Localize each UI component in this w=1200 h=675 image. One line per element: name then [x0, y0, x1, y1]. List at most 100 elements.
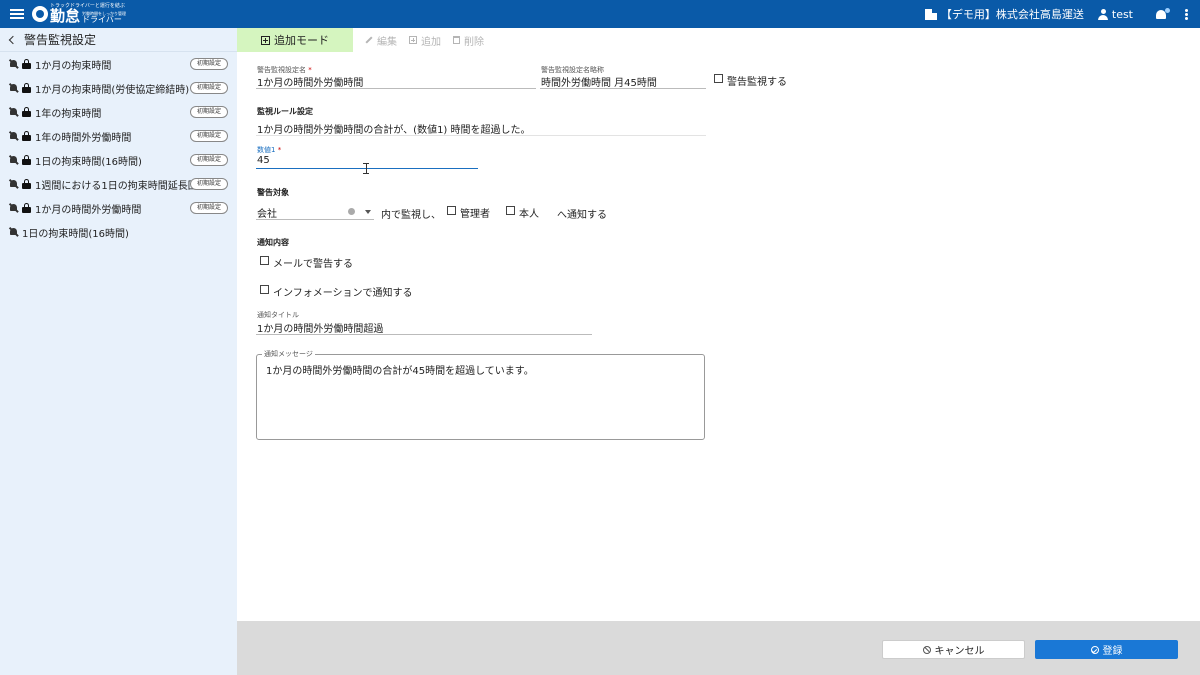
default-badge: 初期設定	[189, 178, 228, 190]
trash-icon	[453, 36, 460, 44]
bell-off-icon	[9, 202, 19, 213]
default-badge: 初期設定	[189, 154, 228, 166]
notify-suffix-text: へ通知する	[557, 210, 607, 221]
default-badge: 初期設定	[189, 82, 228, 94]
lock-icon	[22, 59, 31, 69]
text-cursor-icon	[363, 163, 369, 174]
app-logo[interactable]: トラックドライバーと運行を結ぶ 勤怠 労働時間をしっかり管理 ドライバー	[32, 0, 126, 28]
check-circle-icon	[1090, 645, 1099, 654]
monitor-checkbox[interactable]	[714, 74, 723, 83]
notify-title-input[interactable]: 1か月の時間外労働時間超過	[257, 320, 383, 335]
sidebar-item[interactable]: 1か月の拘束時間 初期設定	[0, 52, 237, 76]
edit-label: 編集	[377, 36, 397, 48]
chevron-left-icon	[8, 35, 18, 44]
sidebar-item-label: 1日の拘束時間(16時間)	[35, 156, 142, 168]
target-suffix-text: 内で監視し、	[381, 210, 441, 221]
notification-bell-icon[interactable]	[1155, 7, 1170, 21]
number1-field-label: 数値1	[257, 145, 281, 155]
cancel-label: キャンセル	[934, 646, 985, 657]
notify-title-field-label: 通知タイトル	[257, 311, 299, 319]
add-mode-button[interactable]: 追加モード	[237, 28, 353, 52]
lock-icon	[22, 179, 31, 189]
monitor-checkbox-label: 警告監視する	[727, 77, 787, 88]
toolbar: 追加モード 編集 追加 削除	[237, 28, 484, 52]
plus-icon	[409, 36, 417, 44]
rule-text: 1か月の時間外労働時間の合計が、(数値1) 時間を超過した。	[257, 125, 531, 136]
default-badge: 初期設定	[189, 130, 228, 142]
sidebar-item[interactable]: 1週間における1日の拘束時間延長回数 初期設定	[0, 172, 237, 196]
sidebar-item-label: 1年の時間外労働時間	[35, 132, 132, 144]
target-section-title: 警告対象	[257, 188, 289, 197]
short-name-input[interactable]: 時間外労働時間 月45時間	[541, 74, 657, 89]
default-badge: 初期設定	[189, 202, 228, 214]
default-badge: 初期設定	[189, 106, 228, 118]
sidebar-item-label: 1年の拘束時間	[35, 108, 102, 120]
company-icon	[924, 8, 937, 20]
rule-divider	[256, 135, 706, 136]
lock-icon	[22, 155, 31, 165]
sidebar-item-label: 1週間における1日の拘束時間延長回数	[35, 180, 208, 192]
add-mode-label: 追加モード	[274, 34, 329, 47]
clear-icon[interactable]	[348, 208, 355, 215]
sidebar-item[interactable]: 1日の拘束時間(16時間) 初期設定	[0, 148, 237, 172]
sidebar-item-label: 1か月の時間外労働時間	[35, 204, 142, 216]
sidebar-item-label: 1か月の拘束時間(労使協定締結時)	[35, 84, 190, 96]
logo-mark-icon	[32, 6, 48, 22]
sidebar-item-label: 1か月の拘束時間	[35, 60, 112, 72]
lock-icon	[22, 203, 31, 213]
more-menu-icon[interactable]	[1185, 8, 1188, 20]
sidebar-item-label: 1日の拘束時間(16時間)	[22, 228, 129, 240]
mail-checkbox-label: メールで警告する	[273, 259, 353, 270]
sidebar-item[interactable]: 1か月の拘束時間(労使協定締結時) 初期設定	[0, 76, 237, 100]
bell-off-icon	[9, 154, 19, 165]
notify-title-underline	[256, 334, 592, 335]
manager-checkbox[interactable]	[447, 206, 456, 215]
user-icon	[1097, 8, 1108, 20]
delete-label: 削除	[464, 36, 484, 48]
menu-icon[interactable]	[10, 9, 24, 19]
edit-button[interactable]: 編集	[365, 33, 397, 48]
logo-main-text: 勤怠	[50, 7, 81, 25]
default-badge: 初期設定	[189, 58, 228, 70]
rule-section-title: 監視ルール設定	[257, 107, 313, 116]
app-header: トラックドライバーと運行を結ぶ 勤怠 労働時間をしっかり管理 ドライバー 【デモ…	[0, 0, 1200, 28]
sidebar: 警告監視設定 1か月の拘束時間 初期設定 1か月の拘束時間(労使協定締結時) 初…	[0, 28, 237, 675]
sidebar-item[interactable]: 1年の時間外労働時間 初期設定	[0, 124, 237, 148]
add-button[interactable]: 追加	[409, 33, 441, 48]
information-checkbox[interactable]	[260, 285, 269, 294]
self-checkbox[interactable]	[506, 206, 515, 215]
logo-brand-text: ドライバー	[82, 15, 122, 24]
sidebar-item[interactable]: 1年の拘束時間 初期設定	[0, 100, 237, 124]
mail-checkbox[interactable]	[260, 256, 269, 265]
bell-off-icon	[9, 130, 19, 141]
bell-off-icon	[9, 82, 19, 93]
lock-icon	[22, 131, 31, 141]
sidebar-back[interactable]: 警告監視設定	[0, 28, 237, 52]
target-select-underline	[256, 219, 374, 220]
sidebar-item[interactable]: 1日の拘束時間(16時間)	[0, 220, 237, 244]
sidebar-item[interactable]: 1か月の時間外労働時間 初期設定	[0, 196, 237, 220]
name-input-underline	[256, 88, 536, 89]
information-checkbox-label: インフォメーションで通知する	[273, 288, 413, 299]
delete-button[interactable]: 削除	[453, 33, 484, 48]
company-name[interactable]: 【デモ用】株式会社高島運送	[941, 6, 1084, 22]
manager-checkbox-label: 管理者	[460, 209, 490, 220]
number1-input[interactable]: 45	[257, 155, 270, 166]
lock-icon	[22, 83, 31, 93]
bell-off-icon	[9, 58, 19, 69]
self-checkbox-label: 本人	[519, 209, 539, 220]
lock-icon	[22, 107, 31, 117]
notify-message-text: 1か月の時間外労働時間の合計が45時間を超過しています。	[266, 366, 534, 377]
register-label: 登録	[1102, 646, 1123, 657]
cancel-button[interactable]: キャンセル	[882, 640, 1025, 659]
chevron-down-icon[interactable]	[365, 210, 371, 214]
name-input[interactable]: 1か月の時間外労働時間	[257, 74, 363, 89]
sidebar-title: 警告監視設定	[24, 33, 97, 47]
notify-message-label: 通知メッセージ	[262, 349, 315, 359]
user-name[interactable]: test	[1112, 8, 1133, 21]
target-select[interactable]: 会社	[257, 205, 277, 220]
add-label: 追加	[421, 36, 441, 48]
ban-icon	[922, 645, 931, 654]
register-button[interactable]: 登録	[1035, 640, 1178, 659]
bell-off-icon	[9, 226, 19, 237]
